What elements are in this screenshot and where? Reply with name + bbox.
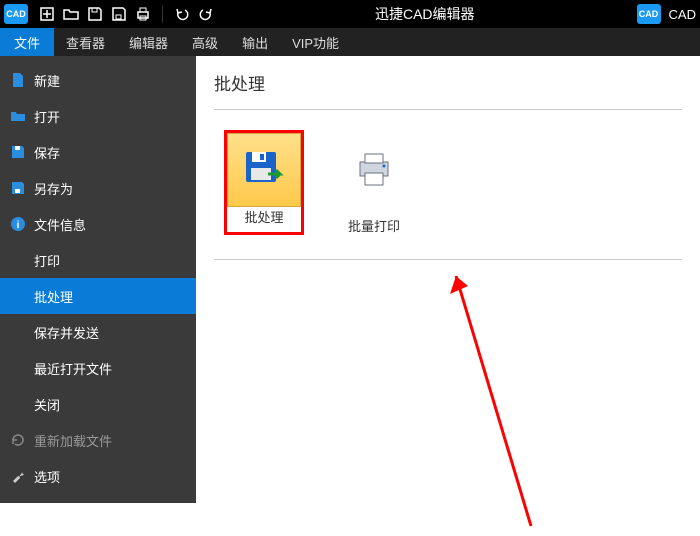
tool-batch[interactable]: 批处理 <box>224 130 304 235</box>
sidebar-item-label: 打开 <box>34 107 60 126</box>
sidebar-item-label: 保存并发送 <box>34 323 99 342</box>
title-right: CAD CAD <box>633 4 700 24</box>
tool-batch-print[interactable]: 批量打印 <box>334 130 414 235</box>
blank-icon <box>10 396 26 412</box>
sidebar-item-info[interactable]: i 文件信息 <box>0 206 196 242</box>
sidebar-item-options[interactable]: 选项 <box>0 458 196 494</box>
blank-icon <box>10 288 26 304</box>
blank-icon <box>10 360 26 376</box>
separator <box>162 5 163 23</box>
menu-editor[interactable]: 编辑器 <box>117 28 180 56</box>
sidebar-item-label: 最近打开文件 <box>34 359 112 378</box>
sidebar-item-label: 关闭 <box>34 395 60 414</box>
blank-icon <box>10 324 26 340</box>
folder-open-icon <box>10 108 26 124</box>
info-icon: i <box>10 216 26 232</box>
cad-logo-icon: CAD <box>637 4 661 24</box>
document-icon <box>10 72 26 88</box>
app-icon: CAD <box>4 4 28 24</box>
open-icon[interactable] <box>60 3 82 25</box>
reload-icon <box>10 432 26 448</box>
tools-row: 批处理 批量打印 <box>214 110 682 253</box>
menubar: 文件 查看器 编辑器 高级 输出 VIP功能 <box>0 28 700 56</box>
sidebar-item-recent[interactable]: 最近打开文件 <box>0 350 196 386</box>
menu-output[interactable]: 输出 <box>230 28 280 56</box>
tool-label: 批量打印 <box>348 216 400 235</box>
titlebar: CAD 迅捷CAD编辑器 CAD CAD <box>0 0 700 28</box>
save-icon[interactable] <box>84 3 106 25</box>
sidebar-item-new[interactable]: 新建 <box>0 62 196 98</box>
tool-label: 批处理 <box>244 207 283 226</box>
undo-icon[interactable] <box>171 3 193 25</box>
saveas-icon <box>10 180 26 196</box>
new-icon[interactable] <box>36 3 58 25</box>
saveas-icon[interactable] <box>108 3 130 25</box>
sidebar-item-close[interactable]: 关闭 <box>0 386 196 422</box>
save-icon <box>10 144 26 160</box>
menu-vip[interactable]: VIP功能 <box>280 28 351 56</box>
sidebar-item-print[interactable]: 打印 <box>0 242 196 278</box>
menu-viewer[interactable]: 查看器 <box>54 28 117 56</box>
tab-file[interactable]: 文件 <box>0 28 54 56</box>
sidebar-item-open[interactable]: 打开 <box>0 98 196 134</box>
sidebar-item-label: 打印 <box>34 251 60 270</box>
batch-print-icon <box>352 148 396 192</box>
sidebar-item-label: 保存 <box>34 143 60 162</box>
window-title: 迅捷CAD编辑器 <box>217 4 633 24</box>
sidebar-item-save-send[interactable]: 保存并发送 <box>0 314 196 350</box>
file-sidebar: 新建 打开 保存 另存为 i 文件信息 打印 批处理 保存并发送 <box>0 56 196 503</box>
wrench-icon <box>10 468 26 484</box>
quick-access-toolbar <box>32 3 217 25</box>
sidebar-item-reload: 重新加载文件 <box>0 422 196 458</box>
blank-icon <box>10 252 26 268</box>
annotation-arrow <box>436 256 556 536</box>
sidebar-item-label: 文件信息 <box>34 215 86 234</box>
sidebar-item-label: 选项 <box>34 467 60 486</box>
sidebar-item-label: 批处理 <box>34 287 73 306</box>
sidebar-item-batch[interactable]: 批处理 <box>0 278 196 314</box>
sidebar-item-label: 新建 <box>34 71 60 90</box>
batch-save-icon <box>242 148 286 192</box>
sidebar-item-saveas[interactable]: 另存为 <box>0 170 196 206</box>
menu-advanced[interactable]: 高级 <box>180 28 230 56</box>
sidebar-item-label: 重新加载文件 <box>34 431 112 450</box>
sidebar-item-save[interactable]: 保存 <box>0 134 196 170</box>
redo-icon[interactable] <box>195 3 217 25</box>
sidebar-item-label: 另存为 <box>34 179 73 198</box>
svg-text:i: i <box>17 220 20 231</box>
print-icon[interactable] <box>132 3 154 25</box>
panel-title: 批处理 <box>214 70 682 95</box>
divider <box>214 259 682 260</box>
title-right-text: CAD <box>669 7 696 22</box>
content-panel: 批处理 批处理 <box>196 56 700 503</box>
